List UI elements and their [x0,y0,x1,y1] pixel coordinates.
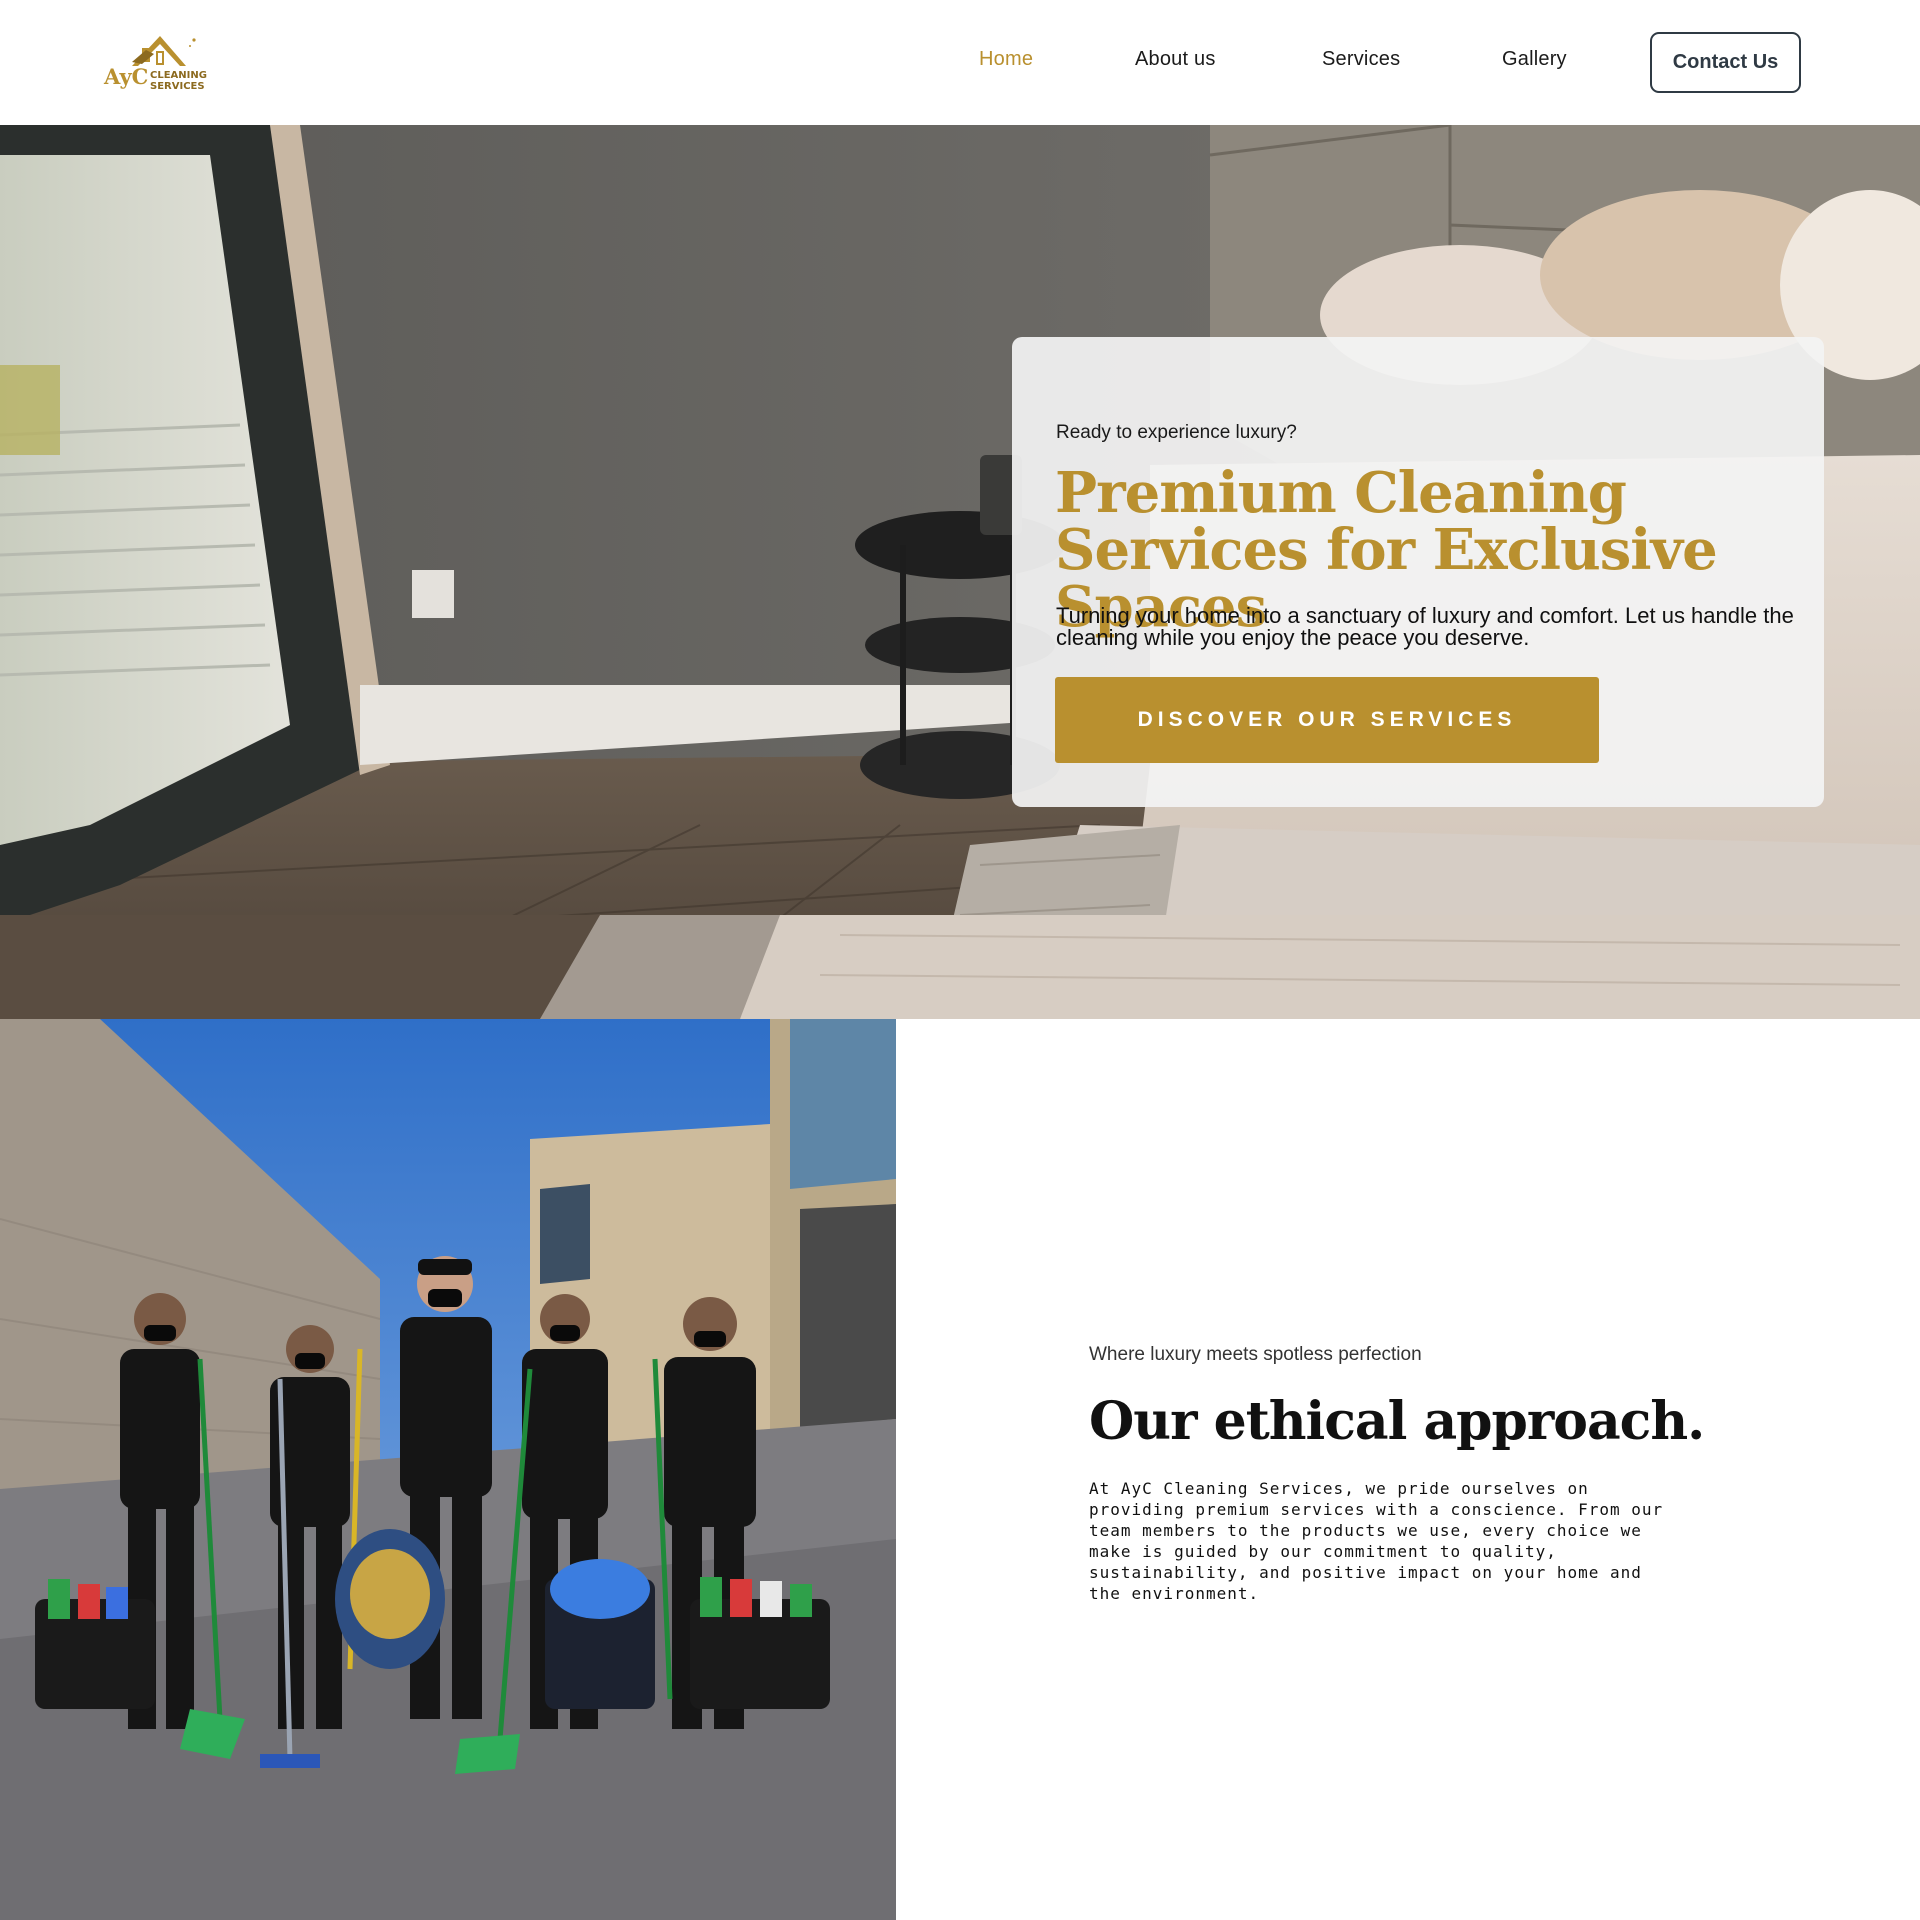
team-photo [0,1019,896,1920]
nav-item-gallery[interactable]: Gallery [1502,48,1567,71]
hero-eyebrow: Ready to experience luxury? [1056,422,1297,443]
nav-item-services[interactable]: Services [1322,48,1400,71]
main-nav: Home About us Services Gallery [0,0,1920,125]
nav-item-home[interactable]: Home [979,48,1033,71]
site-header: AyC CLEANING SERVICES Home About us Serv… [0,0,1920,125]
hero-card: Ready to experience luxury? Premium Clea… [1012,337,1824,807]
about-body: At AyC Cleaning Services, we pride ourse… [1089,1479,1664,1603]
hero-lower-band-image [0,915,1920,1019]
team-image [0,1019,896,1920]
about-section: Where luxury meets spotless perfection O… [0,1019,1920,1920]
nav-item-about-us[interactable]: About us [1135,48,1216,71]
contact-us-button[interactable]: Contact Us [1650,32,1801,93]
about-eyebrow: Where luxury meets spotless perfection [1089,1344,1422,1365]
hero-section: Ready to experience luxury? Premium Clea… [0,125,1920,1019]
about-title: Our ethical approach. [1089,1391,1705,1452]
hero-subtitle: Turning your home into a sanctuary of lu… [1056,603,1794,650]
discover-services-button[interactable]: DISCOVER OUR SERVICES [1055,677,1599,763]
